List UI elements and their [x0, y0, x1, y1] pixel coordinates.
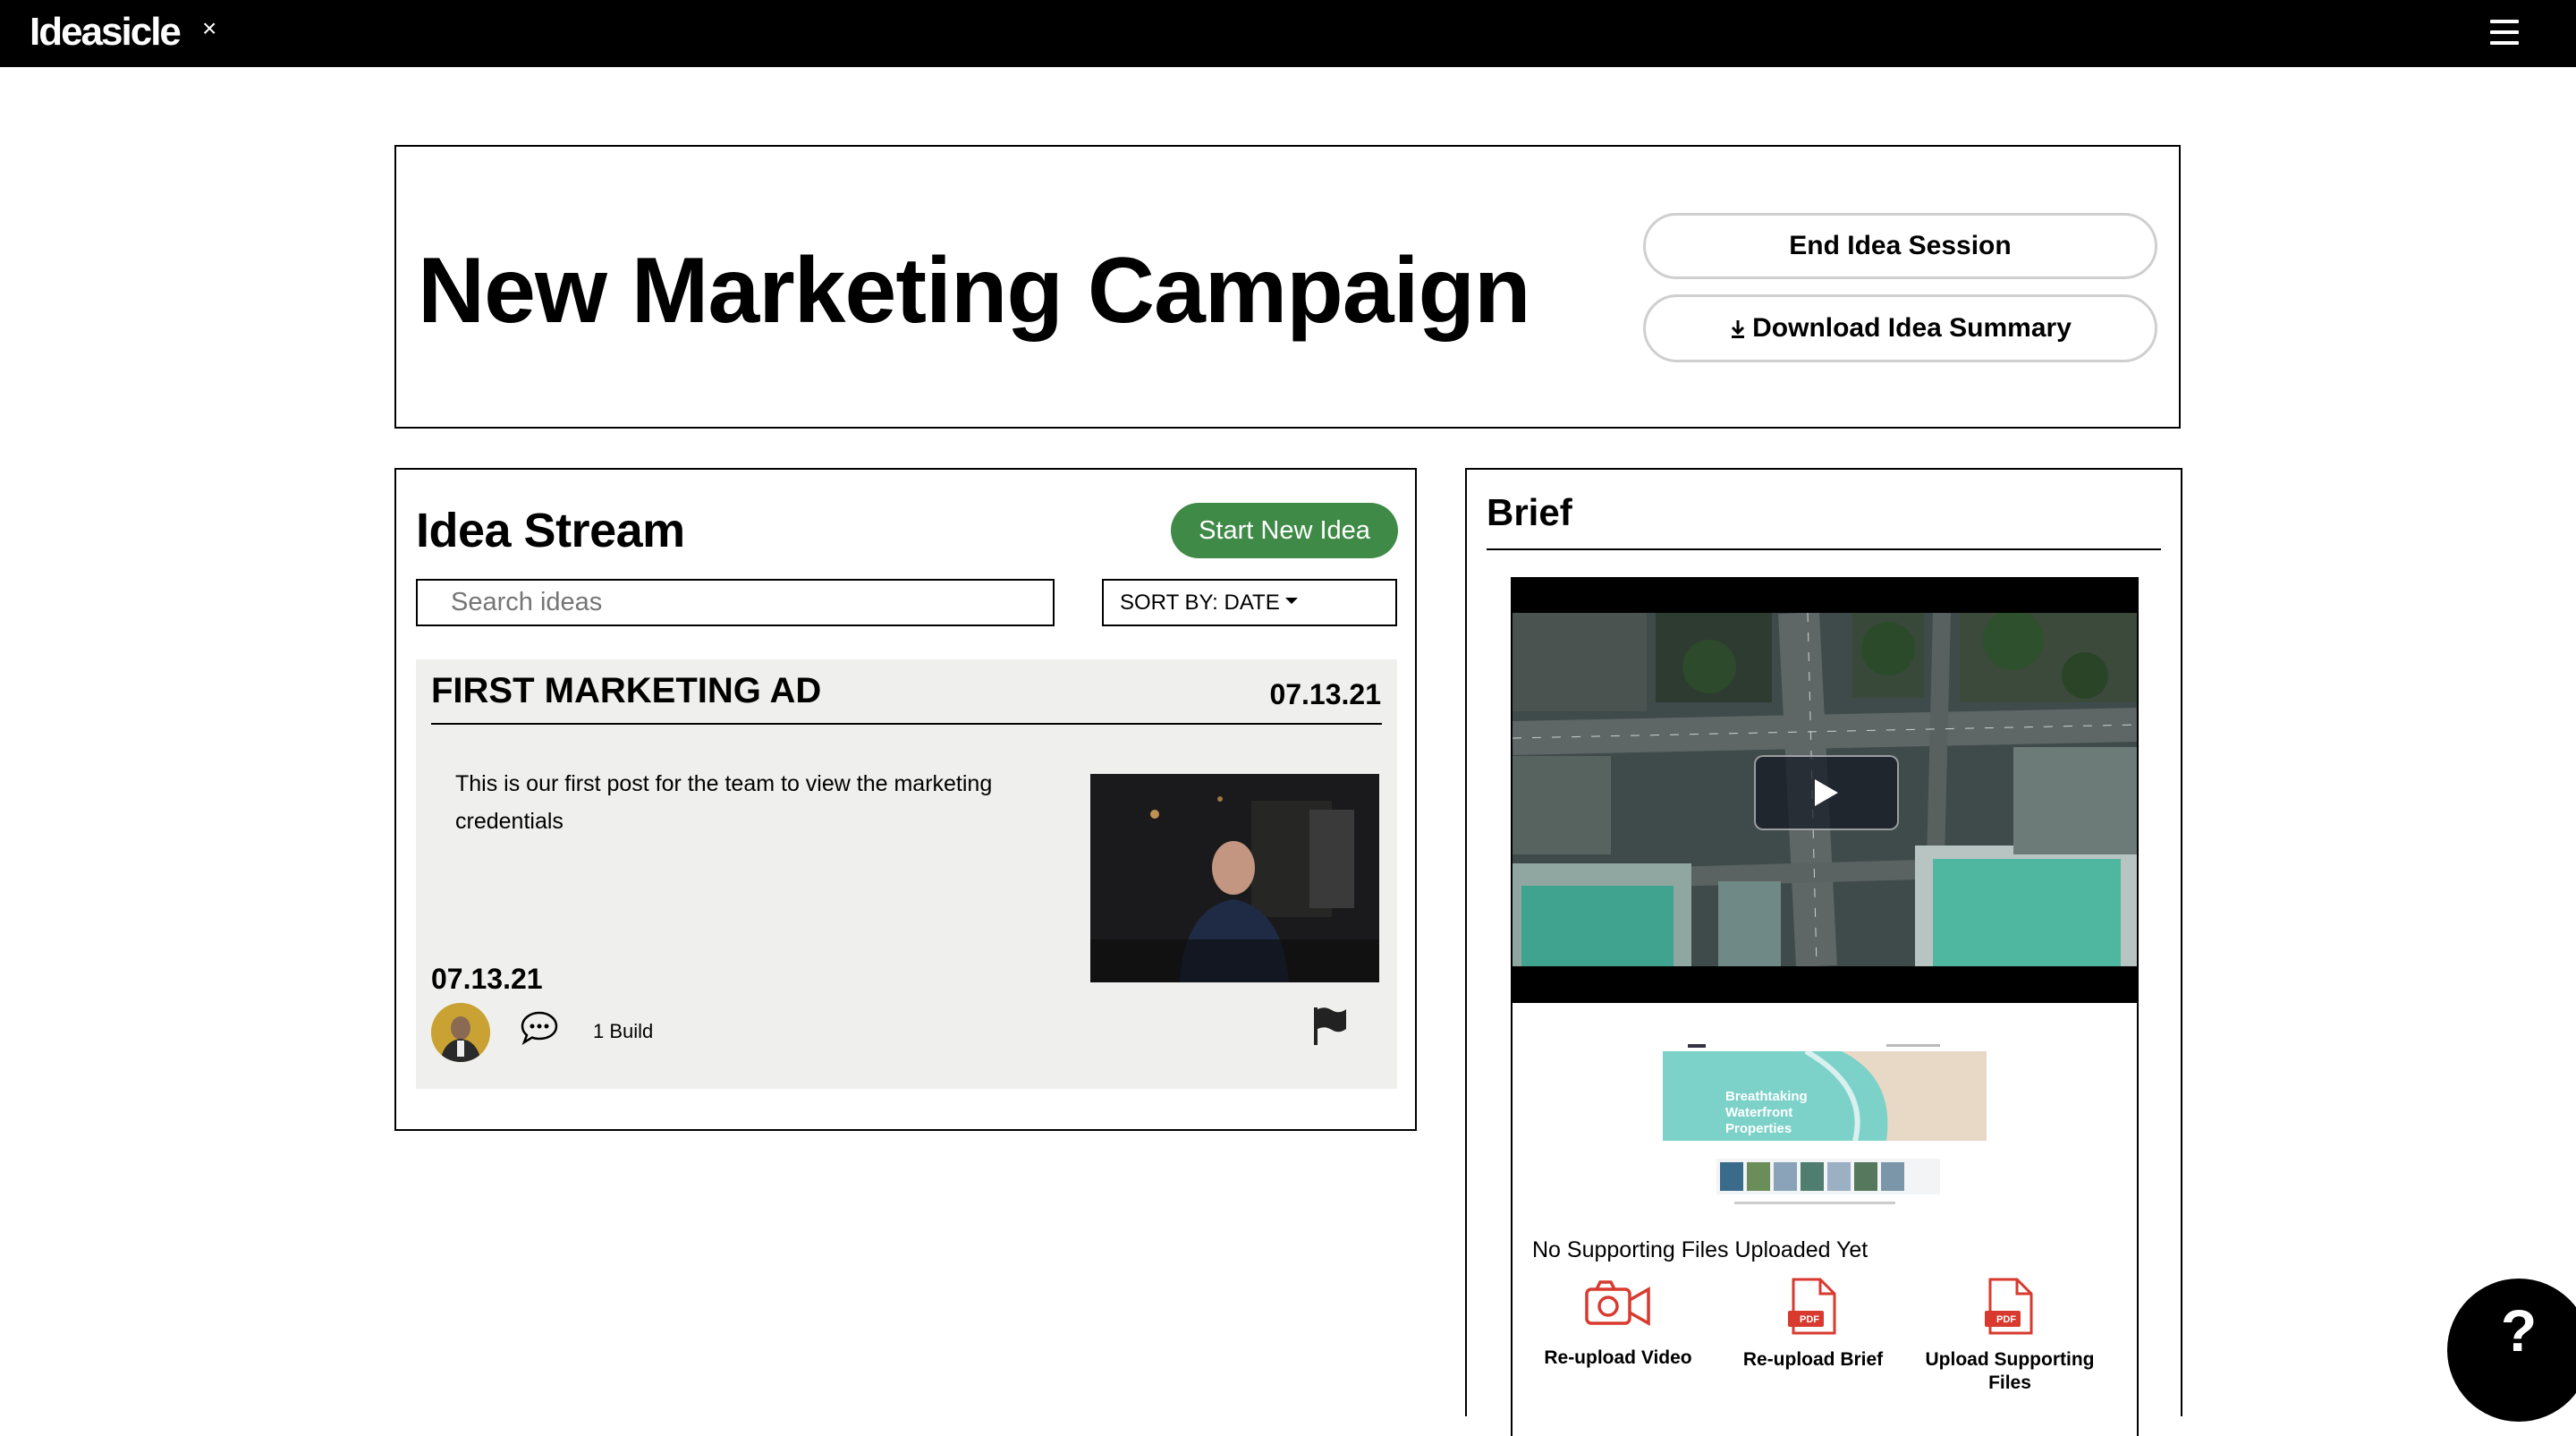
idea-title[interactable]: FIRST MARKETING AD: [431, 668, 821, 713]
comment-icon[interactable]: [520, 1010, 559, 1046]
reupload-brief-label: Re-upload Brief: [1742, 1349, 1884, 1370]
divider: [1487, 548, 2161, 550]
download-icon: [1732, 320, 1745, 339]
sort-label: SORT BY: DATE: [1120, 591, 1280, 615]
brief-content: Breathtaking Waterfront Properties No Su…: [1511, 577, 2139, 1436]
pdf-badge: PDF: [1800, 1314, 1819, 1325]
idea-date: 07.13.21: [1269, 678, 1381, 710]
play-icon: [1815, 779, 1838, 806]
play-button[interactable]: [1754, 755, 1899, 830]
pdf-file-icon: [1985, 1278, 2033, 1335]
upload-supporting-files-button[interactable]: PDF Upload Supporting Files: [1911, 1277, 2108, 1395]
download-idea-summary-button[interactable]: Download Idea Summary: [1643, 294, 2157, 362]
end-idea-session-button[interactable]: End Idea Session: [1643, 213, 2157, 279]
hamburger-menu-icon[interactable]: [2490, 20, 2519, 45]
idea-stream-title: Idea Stream: [416, 504, 685, 557]
idea-video-thumbnail[interactable]: [1090, 774, 1379, 982]
divider: [431, 723, 1382, 725]
flag-icon[interactable]: [1310, 1004, 1350, 1047]
site-preview-heading: Breathtaking Waterfront Properties: [1725, 1089, 1808, 1136]
video-camera-icon: [1585, 1280, 1650, 1327]
avatar[interactable]: [431, 1003, 490, 1062]
search-ideas-input[interactable]: [416, 579, 1055, 626]
idea-description: This is our first post for the team to v…: [455, 771, 993, 834]
pdf-file-icon: [1788, 1278, 1836, 1335]
pdf-badge: PDF: [1996, 1314, 2016, 1325]
help-button[interactable]: ?: [2447, 1279, 2576, 1422]
brief-website-preview[interactable]: Breathtaking Waterfront Properties: [1663, 1042, 1987, 1214]
question-mark-icon: ?: [2500, 1297, 2538, 1364]
upload-supporting-files-label: Upload Supporting Files: [1925, 1349, 2095, 1393]
reupload-video-label: Re-upload Video: [1544, 1347, 1692, 1368]
no-files-message: No Supporting Files Uploaded Yet: [1532, 1237, 1868, 1262]
idea-card[interactable]: FIRST MARKETING AD 07.13.21 This is our …: [416, 659, 1397, 1089]
idea-stream-panel: Idea Stream Start New Idea SORT BY: DATE…: [394, 468, 1417, 1131]
download-idea-summary-label: Download Idea Summary: [1752, 313, 2072, 343]
session-header-card: New Marketing Campaign End Idea Session …: [394, 145, 2181, 429]
sort-dropdown[interactable]: SORT BY: DATE: [1102, 579, 1397, 626]
close-icon[interactable]: ×: [202, 13, 216, 45]
top-bar: Ideasicle ×: [0, 0, 2576, 67]
start-new-idea-button[interactable]: Start New Idea: [1171, 503, 1398, 558]
brief-panel: Brief Breathtaking Waterfront Properties…: [1465, 468, 2182, 1436]
reupload-video-button[interactable]: Re-upload Video: [1520, 1277, 1716, 1370]
reupload-brief-button[interactable]: PDF Re-upload Brief: [1715, 1277, 1911, 1372]
caret-down-icon: [1284, 598, 1298, 605]
build-count[interactable]: 1 Build: [593, 1019, 653, 1044]
brief-video-player[interactable]: [1513, 579, 2137, 1003]
idea-posted-date: 07.13.21: [431, 963, 543, 995]
app-logo[interactable]: Ideasicle: [30, 5, 182, 59]
page-title: New Marketing Campaign: [418, 239, 1531, 343]
brief-title: Brief: [1487, 491, 1572, 533]
